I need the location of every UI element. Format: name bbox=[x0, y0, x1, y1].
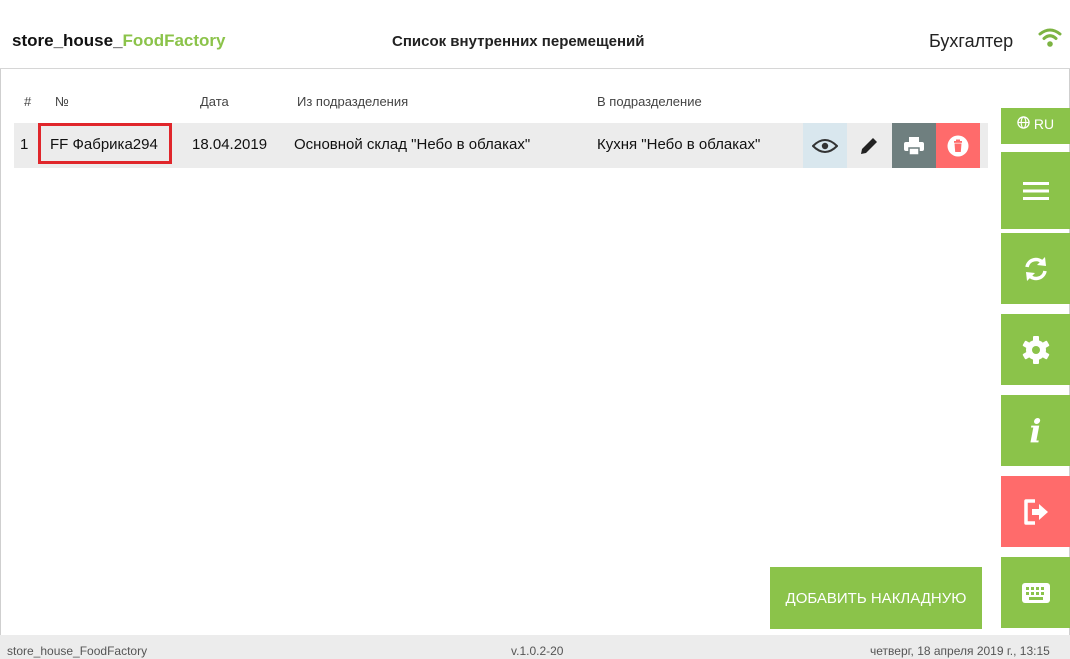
row-date: 18.04.2019 bbox=[192, 136, 268, 153]
sync-button[interactable] bbox=[1001, 233, 1070, 304]
printer-icon bbox=[904, 136, 924, 156]
gear-icon bbox=[1022, 335, 1049, 364]
status-bar: store_house_FoodFactory v.1.0.2-20 четве… bbox=[0, 635, 1070, 659]
logout-icon bbox=[1023, 498, 1048, 525]
add-invoice-button[interactable]: ДОБАВИТЬ НАКЛАДНУЮ bbox=[770, 567, 982, 629]
header-bar: store_house_FoodFactory Список внутренни… bbox=[0, 0, 1070, 69]
footer-datetime: четверг, 18 апреля 2019 г., 13:15 bbox=[870, 644, 1050, 658]
app-title-prefix: store_house_ bbox=[12, 31, 123, 50]
col-from: Из подразделения bbox=[297, 94, 409, 109]
keyboard-button[interactable] bbox=[1001, 557, 1070, 628]
info-button[interactable]: i bbox=[1001, 395, 1070, 466]
user-role[interactable]: Бухгалтер bbox=[929, 31, 1013, 52]
pencil-icon bbox=[861, 137, 877, 154]
eye-icon bbox=[812, 138, 838, 153]
footer-version: v.1.0.2-20 bbox=[511, 644, 564, 658]
logout-button[interactable] bbox=[1001, 476, 1070, 547]
language-button[interactable]: RU bbox=[1001, 108, 1070, 144]
menu-icon bbox=[1022, 181, 1049, 200]
menu-button[interactable] bbox=[1001, 152, 1070, 229]
view-button[interactable] bbox=[803, 123, 847, 168]
trash-icon bbox=[947, 135, 969, 156]
info-icon: i bbox=[1029, 411, 1042, 450]
globe-icon bbox=[1017, 116, 1030, 129]
keyboard-icon bbox=[1021, 582, 1050, 603]
edit-button[interactable] bbox=[847, 123, 891, 168]
app-title: store_house_FoodFactory bbox=[12, 31, 226, 51]
delete-button[interactable] bbox=[936, 123, 980, 168]
row-from: Основной склад "Небо в облаках" bbox=[294, 136, 531, 153]
col-number: № bbox=[55, 94, 69, 109]
row-to: Кухня "Небо в облаках" bbox=[597, 136, 761, 153]
print-button[interactable] bbox=[892, 123, 936, 168]
row-number: FF Фабрика294 bbox=[50, 136, 158, 153]
language-label: RU bbox=[1033, 116, 1055, 132]
table-header: # № Дата Из подразделения В подразделени… bbox=[0, 94, 990, 118]
col-date: Дата bbox=[200, 94, 229, 109]
page-title: Список внутренних перемещений bbox=[392, 33, 645, 50]
col-index: # bbox=[24, 94, 32, 109]
row-index: 1 bbox=[20, 136, 29, 153]
wifi-icon bbox=[1038, 28, 1062, 47]
sync-icon bbox=[1024, 256, 1047, 281]
settings-button[interactable] bbox=[1001, 314, 1070, 385]
footer-app-name: store_house_FoodFactory bbox=[7, 644, 148, 658]
table-row[interactable]: 1 FF Фабрика294 18.04.2019 Основной скла… bbox=[14, 123, 988, 168]
app-title-accent: FoodFactory bbox=[122, 31, 226, 50]
col-to: В подразделение bbox=[597, 94, 702, 109]
